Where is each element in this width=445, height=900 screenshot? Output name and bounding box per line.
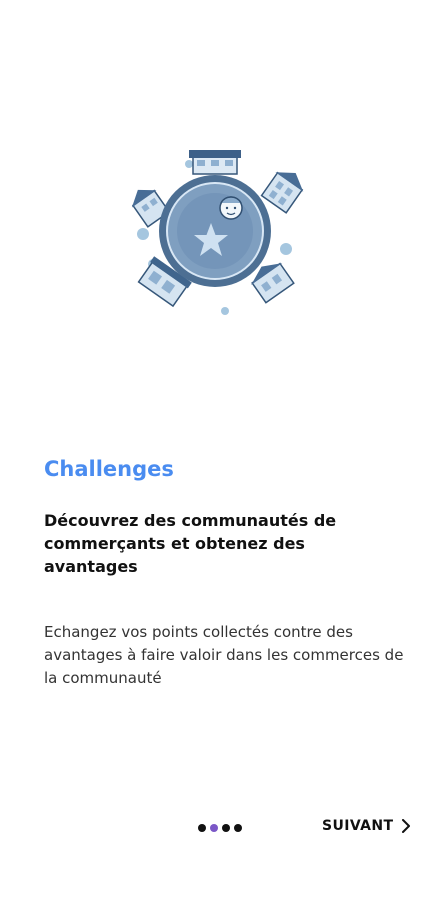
page-dot-2-active [210, 824, 218, 832]
next-button[interactable]: SUIVANT [322, 818, 411, 834]
page-indicator [198, 824, 242, 832]
next-button-label: SUIVANT [322, 818, 394, 834]
chevron-right-icon [402, 819, 411, 833]
onboarding-subtitle: Découvrez des communautés de commerçants… [44, 511, 337, 576]
onboarding-title: Challenges [44, 457, 174, 481]
page-dot-1 [198, 824, 206, 832]
community-globe-illustration [125, 142, 305, 320]
onboarding-description: Echangez vos points collectés contre des… [44, 623, 404, 687]
page-dot-3 [222, 824, 230, 832]
page-dot-4 [234, 824, 242, 832]
